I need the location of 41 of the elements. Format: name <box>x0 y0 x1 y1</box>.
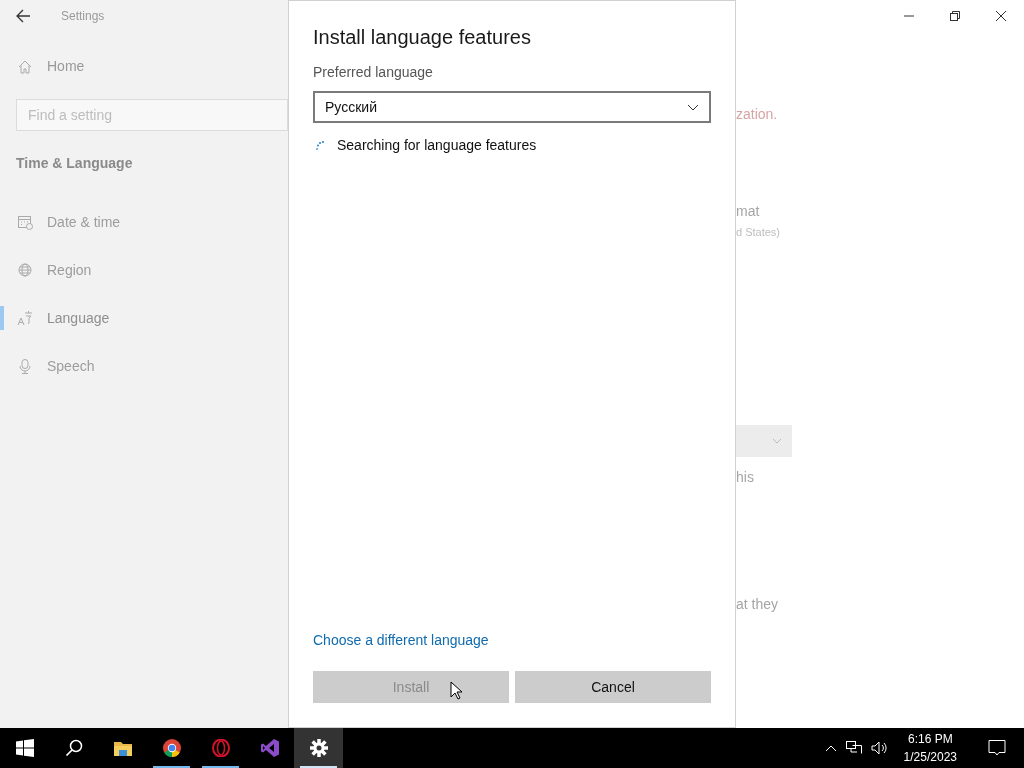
language-dropdown[interactable]: Русский <box>313 91 711 123</box>
globe-icon <box>17 262 33 278</box>
windows-icon <box>15 739 34 757</box>
infinity-logo-icon <box>260 739 279 757</box>
spinner-icon <box>316 140 324 151</box>
clock[interactable]: 6:16 PM 1/25/2023 <box>895 730 965 766</box>
ring-icon <box>211 739 230 757</box>
home-link[interactable]: Home <box>47 56 85 77</box>
chevron-icon <box>772 437 782 444</box>
volume-icon[interactable] <box>870 741 887 755</box>
taskbar-button[interactable] <box>294 728 343 768</box>
language-icon <box>17 310 33 326</box>
cursor-icon <box>450 681 464 701</box>
gear-icon <box>309 739 328 757</box>
chevron-up-icon[interactable] <box>824 744 837 752</box>
field-label: Preferred language <box>313 63 434 82</box>
warning-text: zation. <box>736 105 779 124</box>
folder-icon <box>113 739 132 757</box>
chevron-icon <box>687 103 699 111</box>
link[interactable]: Choose a different language <box>313 630 489 651</box>
search-field[interactable]: Find a setting <box>16 99 288 131</box>
calendar-icon <box>17 214 33 230</box>
sidebar-item[interactable]: Language <box>47 307 110 329</box>
sidebar-item[interactable]: Speech <box>47 355 95 377</box>
search-icon <box>64 739 83 757</box>
description-text: his <box>736 467 755 487</box>
network-icon[interactable] <box>845 741 862 755</box>
sidebar-item[interactable]: Region <box>47 259 92 281</box>
window-title: Settings <box>61 8 105 25</box>
description-text: at they <box>736 594 780 614</box>
section-heading: Time & Language <box>16 154 134 173</box>
sidebar-item[interactable]: Date & time <box>47 211 121 233</box>
status-text: Searching for language features <box>337 136 537 155</box>
dialog-button[interactable]: Cancel <box>515 671 711 703</box>
dialog-title: Install language features <box>313 25 532 50</box>
setting-label: mat <box>736 202 761 221</box>
back-icon[interactable] <box>15 8 31 24</box>
browser-icon <box>162 739 181 757</box>
microphone-icon <box>17 358 33 374</box>
setting-value: d States) <box>736 225 782 240</box>
home-icon <box>17 58 33 75</box>
